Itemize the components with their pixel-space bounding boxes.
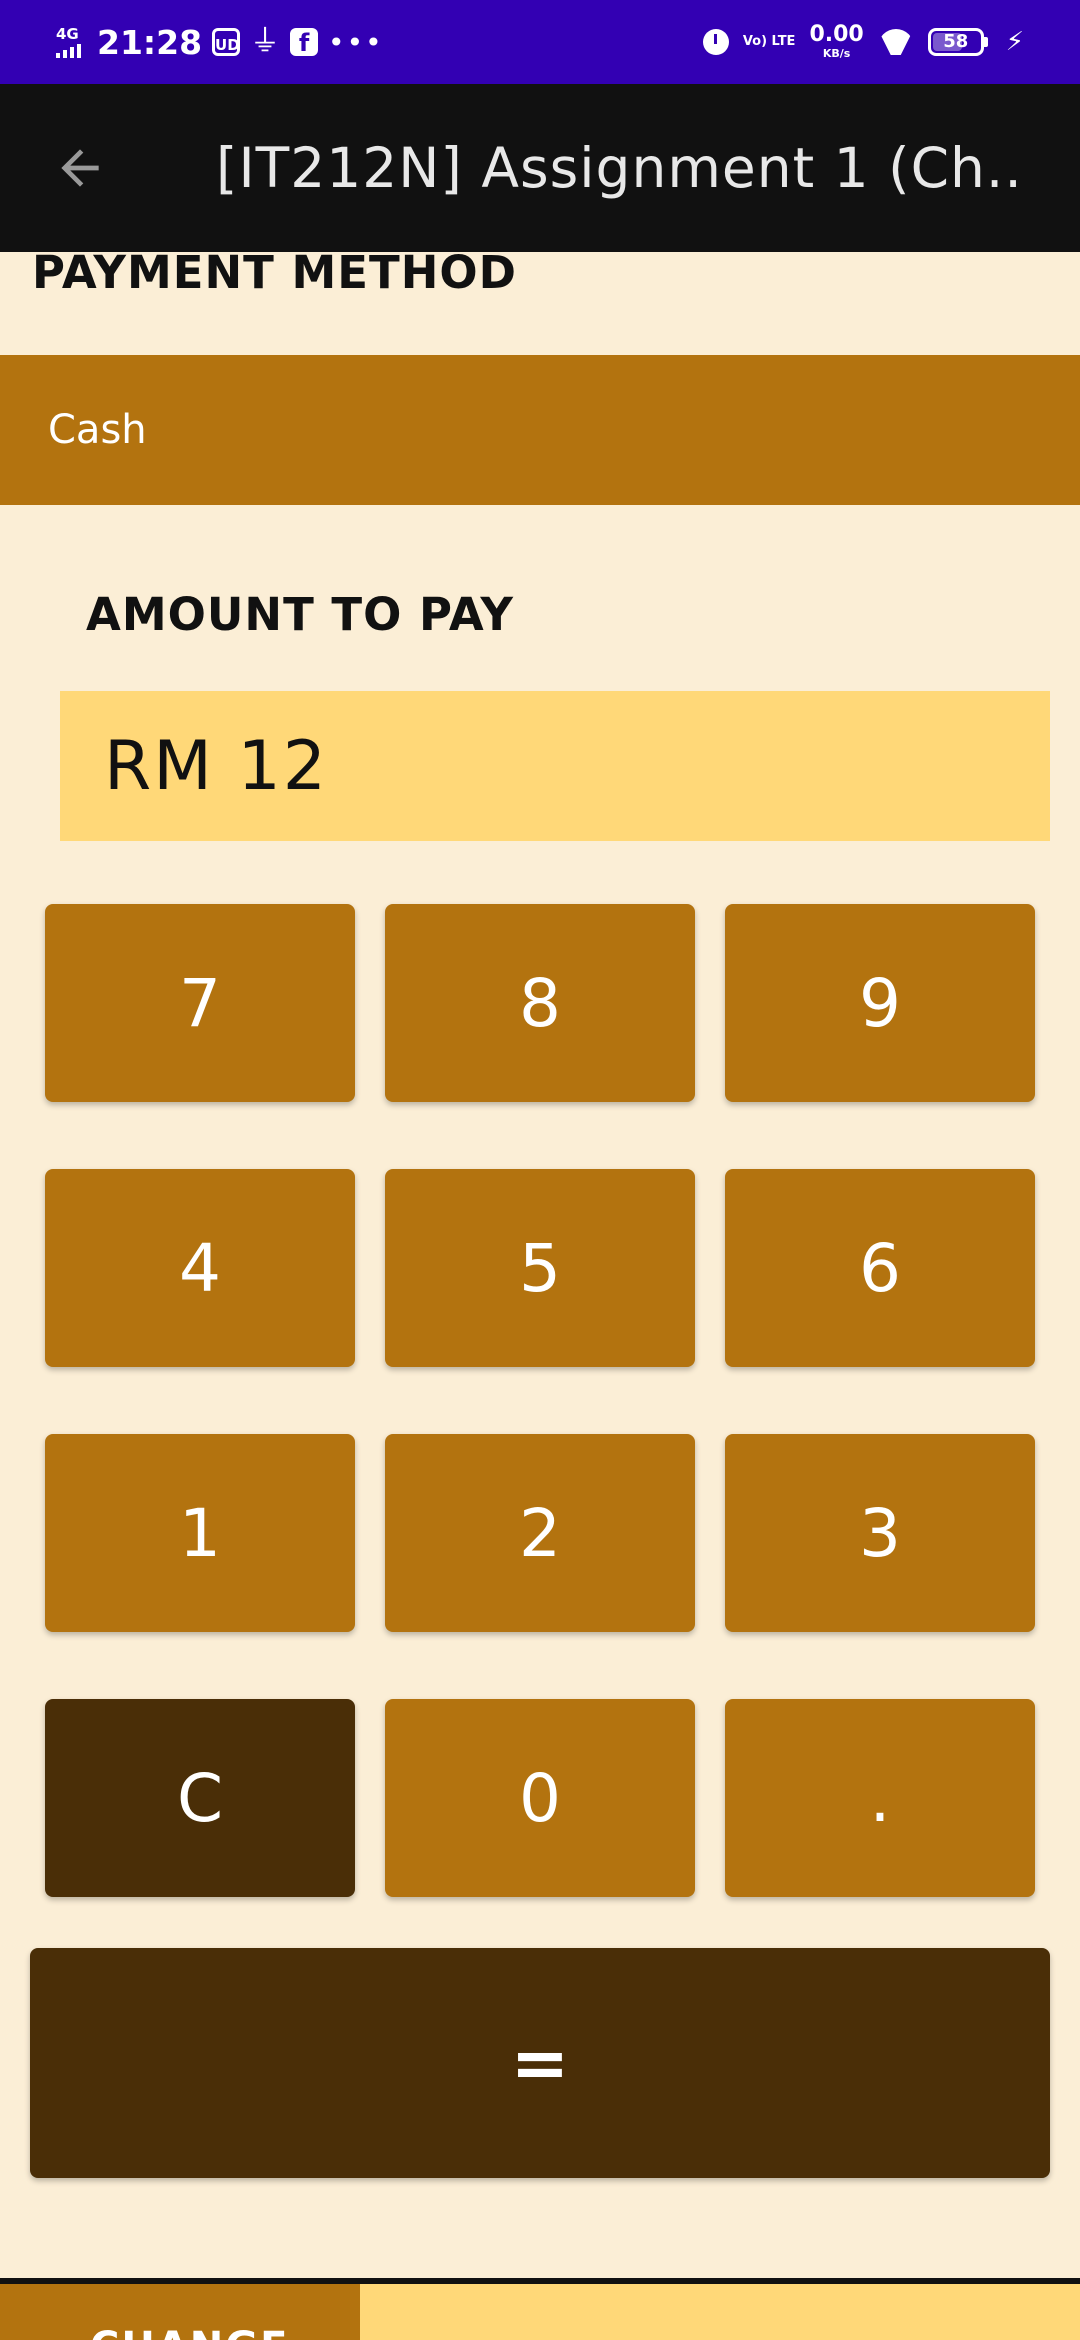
key-7[interactable]: 7	[45, 904, 355, 1102]
network-speed-unit: KB/s	[822, 47, 851, 60]
amount-display[interactable]: RM 12	[60, 691, 1050, 841]
change-value-area	[360, 2284, 1080, 2340]
status-bar-right: Vo) LTE 0.00 KB/s 58 ⚡	[702, 0, 1024, 84]
usb-debug-icon: UD	[212, 28, 241, 56]
key-0[interactable]: 0	[385, 1699, 695, 1897]
page-title: [IT212N] Assignment 1 (Ch...	[216, 136, 1016, 200]
equals-button[interactable]: =	[30, 1948, 1050, 2178]
network-speed-value: 0.00	[809, 22, 864, 47]
more-notifications-icon: •••	[328, 25, 384, 59]
status-bar-left: 4G 21:28 UD ⏚ f •••	[56, 0, 384, 84]
payment-method-value: Cash	[48, 407, 147, 453]
key-8[interactable]: 8	[385, 904, 695, 1102]
clear-button[interactable]: C	[45, 1699, 355, 1897]
alarm-icon	[702, 29, 729, 55]
battery-tip	[983, 37, 988, 47]
network-speed: 0.00 KB/s	[809, 23, 863, 61]
amount-value: RM 12	[104, 726, 329, 806]
clock: 21:28	[97, 22, 203, 62]
wifi-icon	[878, 29, 914, 55]
payment-method-selector[interactable]: Cash	[0, 355, 1080, 505]
battery-level: 58	[927, 28, 984, 56]
back-button[interactable]	[40, 128, 120, 208]
amount-heading: AMOUNT TO PAY	[86, 588, 514, 641]
key-3[interactable]: 3	[725, 1434, 1035, 1632]
facebook-icon: f	[290, 28, 319, 57]
battery-icon: 58	[927, 28, 988, 56]
charging-icon: ⚡	[1005, 27, 1024, 57]
key-5[interactable]: 5	[385, 1169, 695, 1367]
payment-method-heading: PAYMENT METHOD	[32, 246, 517, 299]
bottom-bar: CHANGE	[0, 2278, 1080, 2340]
volte-icon: Vo) LTE	[742, 34, 796, 49]
change-label: CHANGE	[90, 2324, 289, 2340]
change-tab[interactable]: CHANGE	[0, 2284, 360, 2340]
network-type: 4G	[56, 25, 79, 43]
network-indicator: 4G	[56, 26, 81, 58]
signal-icon	[56, 42, 81, 58]
key-4[interactable]: 4	[45, 1169, 355, 1367]
key-2[interactable]: 2	[385, 1434, 695, 1632]
key-1[interactable]: 1	[45, 1434, 355, 1632]
arrow-left-icon	[61, 149, 99, 187]
key-6[interactable]: 6	[725, 1169, 1035, 1367]
key-9[interactable]: 9	[725, 904, 1035, 1102]
usb-icon: ⏚	[250, 24, 281, 59]
status-bar: 4G 21:28 UD ⏚ f ••• Vo) LTE 0.00 KB/s 58…	[0, 0, 1080, 84]
app-bar: [IT212N] Assignment 1 (Ch...	[0, 84, 1080, 252]
decimal-button[interactable]: .	[725, 1699, 1035, 1897]
